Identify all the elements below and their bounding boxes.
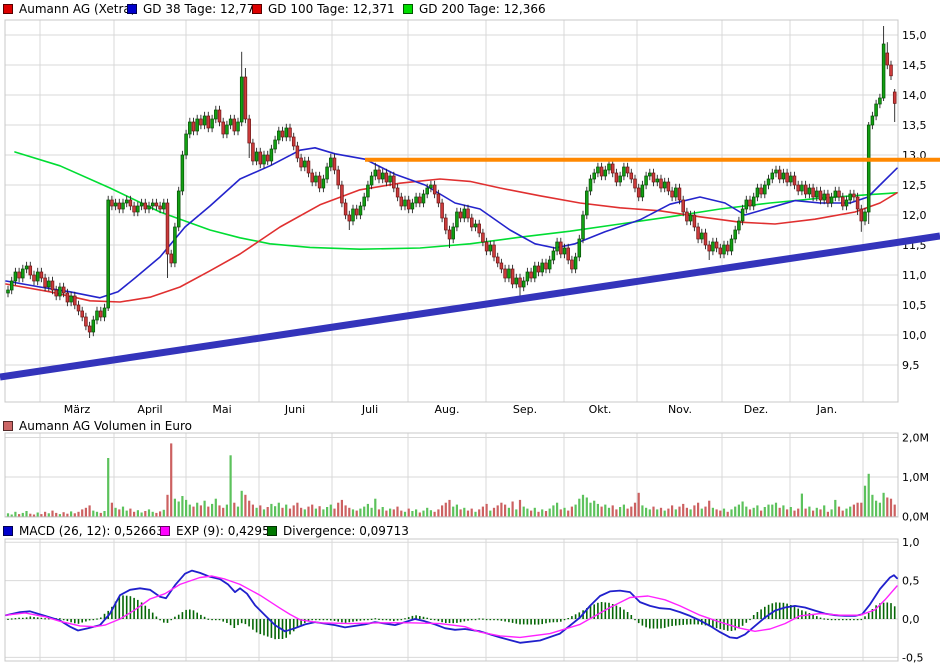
- x-axis-month-labels: März April Mai Juni Juli Aug. Sep. Okt. Nov. Dez.…: [64, 403, 837, 416]
- legend-item-macd: MACD (26, 12): 0,52663: [3, 524, 164, 538]
- trend-line: [0, 236, 940, 377]
- exp-color-swatch-icon: [160, 526, 170, 536]
- svg-text:1,0M: 1,0M: [902, 471, 929, 484]
- svg-text:Mai: Mai: [212, 403, 231, 416]
- instrument-color-swatch-icon: [3, 4, 13, 14]
- stock-chart-page: 15,014,514,013,513,012,512,011,511,010,5…: [0, 0, 940, 670]
- svg-text:10,0: 10,0: [902, 329, 927, 342]
- gd200-line: [15, 152, 897, 249]
- svg-text:15,0: 15,0: [902, 29, 927, 42]
- candlesticks: [7, 26, 897, 338]
- price-volume-macd-chart: 15,014,514,013,513,012,512,011,511,010,5…: [0, 0, 940, 670]
- svg-text:Jan.: Jan.: [816, 403, 837, 416]
- svg-text:Okt.: Okt.: [589, 403, 612, 416]
- svg-text:0,0M: 0,0M: [902, 511, 929, 524]
- legend-item-gd100: GD 100 Tage: 12,371: [252, 2, 395, 16]
- macd-color-swatch-icon: [3, 526, 13, 536]
- legend-item-divergence: Divergence: 0,09713: [267, 524, 409, 538]
- macd-histogram-bars: [7, 595, 895, 639]
- gd100-line: [6, 179, 897, 302]
- legend-item-instrument: Aumann AG (Xetra): [3, 2, 135, 16]
- svg-text:0,5: 0,5: [902, 575, 920, 588]
- svg-text:13,5: 13,5: [902, 119, 927, 132]
- gd100-label: GD 100 Tage: 12,371: [268, 2, 395, 16]
- legend-item-exp: EXP (9): 0,4295: [160, 524, 270, 538]
- svg-text:Dez.: Dez.: [744, 403, 769, 416]
- svg-text:12,0: 12,0: [902, 209, 927, 222]
- svg-text:-0,5: -0,5: [902, 651, 923, 664]
- svg-text:April: April: [137, 403, 162, 416]
- volume-label: Aumann AG Volumen in Euro: [19, 419, 192, 433]
- svg-text:Sep.: Sep.: [513, 403, 537, 416]
- price-legend: Aumann AG (Xetra) GD 38 Tage: 12,776 GD …: [0, 2, 940, 17]
- svg-text:10,5: 10,5: [902, 299, 927, 312]
- macd-legend: MACD (26, 12): 0,52663 EXP (9): 0,4295 D…: [0, 524, 940, 539]
- divergence-color-swatch-icon: [267, 526, 277, 536]
- svg-text:Juni: Juni: [284, 403, 305, 416]
- exp-label: EXP (9): 0,4295: [176, 524, 270, 538]
- volume-color-swatch-icon: [3, 421, 13, 431]
- divergence-label: Divergence: 0,09713: [283, 524, 409, 538]
- grid-lines: [5, 20, 898, 661]
- y-axis-labels: 15,014,514,013,513,012,512,011,511,010,5…: [902, 29, 929, 664]
- gd38-label: GD 38 Tage: 12,776: [143, 2, 262, 16]
- svg-text:Nov.: Nov.: [668, 403, 692, 416]
- svg-text:14,5: 14,5: [902, 59, 927, 72]
- exp-line: [6, 576, 897, 637]
- svg-text:9,5: 9,5: [902, 359, 920, 372]
- svg-text:12,5: 12,5: [902, 179, 927, 192]
- gd200-color-swatch-icon: [403, 4, 413, 14]
- volume-bars: [7, 443, 896, 516]
- svg-text:Aug.: Aug.: [435, 403, 460, 416]
- gd38-color-swatch-icon: [127, 4, 137, 14]
- legend-item-gd38: GD 38 Tage: 12,776: [127, 2, 262, 16]
- svg-text:11,0: 11,0: [902, 269, 927, 282]
- gd100-color-swatch-icon: [252, 4, 262, 14]
- svg-text:14,0: 14,0: [902, 89, 927, 102]
- svg-text:März: März: [64, 403, 91, 416]
- legend-item-gd200: GD 200 Tage: 12,366: [403, 2, 546, 16]
- svg-text:Juli: Juli: [361, 403, 378, 416]
- volume-legend: Aumann AG Volumen in Euro: [0, 419, 940, 434]
- instrument-label: Aumann AG (Xetra): [19, 2, 135, 16]
- gd200-label: GD 200 Tage: 12,366: [419, 2, 546, 16]
- macd-label: MACD (26, 12): 0,52663: [19, 524, 164, 538]
- svg-text:0,0: 0,0: [902, 613, 920, 626]
- legend-item-volume: Aumann AG Volumen in Euro: [3, 419, 192, 433]
